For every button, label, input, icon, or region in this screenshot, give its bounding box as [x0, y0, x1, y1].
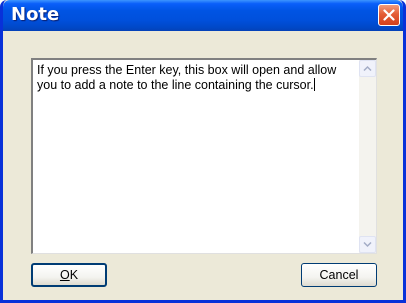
scroll-up-button[interactable]: [359, 60, 376, 77]
text-cursor: [313, 78, 315, 91]
close-icon: [383, 9, 395, 21]
title-bar[interactable]: Note: [3, 0, 403, 31]
note-dialog: Note If you press the Enter key, this bo…: [0, 0, 406, 303]
cancel-button[interactable]: Cancel: [301, 263, 377, 287]
close-button[interactable]: [378, 4, 400, 26]
chevron-down-icon: [363, 241, 372, 248]
scroll-down-button[interactable]: [359, 236, 376, 253]
dialog-title: Note: [11, 4, 60, 25]
vertical-scrollbar[interactable]: [359, 60, 376, 253]
chevron-up-icon: [363, 65, 372, 72]
cancel-button-label: Cancel: [319, 268, 359, 282]
note-text: If you press the Enter key, this box wil…: [37, 63, 337, 92]
ok-button[interactable]: OK: [31, 263, 107, 287]
ok-button-label: OK: [59, 268, 79, 282]
note-textarea[interactable]: If you press the Enter key, this box wil…: [31, 58, 377, 254]
